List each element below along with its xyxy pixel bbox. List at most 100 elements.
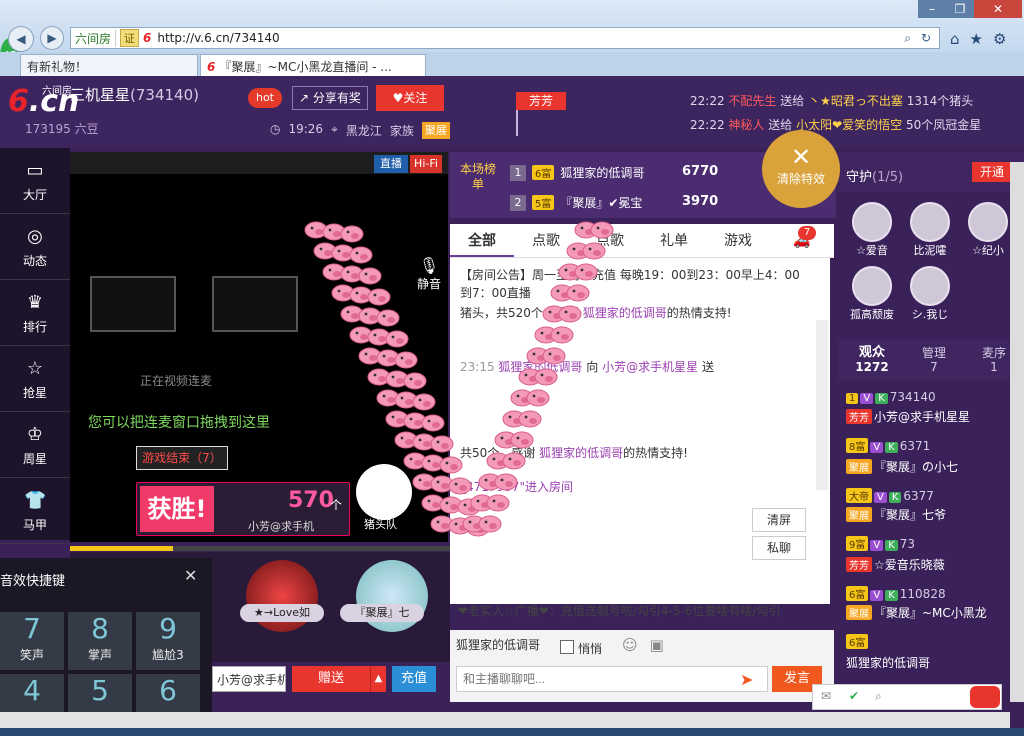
recharge-button[interactable]: 充值 [392,666,436,692]
nav-hall[interactable]: ▭ 大厅 [0,148,70,214]
search-icon[interactable]: ⌕ [904,31,911,46]
chat-target[interactable]: 狐狸家的低调哥 [456,636,540,653]
chat-tabs: 全部 点歌 点歌 礼单 游戏 🚗 [450,224,834,258]
live-badge: 直播 [374,155,408,173]
mute-button[interactable]: 🎙 静音 [416,256,442,292]
settings-icon[interactable]: ⚙ [993,30,1006,48]
sfx-key[interactable]: 7 笑声 [0,612,64,670]
give-button[interactable]: 赠送 [292,666,370,692]
recipient-input[interactable]: 小芳@求手机 [212,666,286,692]
image-icon[interactable]: ▣ [650,636,664,654]
avatar[interactable] [968,202,1008,242]
gift-ticker-item: 22:22 神秘人 送给 小太阳❤爱笑的悟空 50个凤冠金星 [690,118,982,132]
chat-scrollbar[interactable] [816,320,828,490]
ranking-value: 3970 [682,194,719,209]
tab-song[interactable]: 点歌 [514,224,578,257]
audience-row[interactable]: 聚展 『聚展』七爷 [846,506,946,523]
home-icon[interactable]: ⌂ [950,30,960,48]
sfx-key[interactable]: 9 尴尬3 [136,612,200,670]
nav-vest[interactable]: 👕 马甲 [0,478,70,544]
minimize-button[interactable]: – [918,0,946,18]
fan-flag[interactable]: 芳芳 [516,92,566,110]
page-scrollbar[interactable] [1010,162,1024,702]
site-icon: 6 [143,31,152,45]
audience-row[interactable]: 6富 [846,634,870,649]
broadcast-line: ❤老实人☆广播❤：充值送靓号啦/勾引4-5-6位要啥有啥/勾引 [458,604,781,618]
share-button[interactable]: ↗ 分享有奖 [292,86,368,110]
refresh-icon[interactable]: ↻ [921,31,931,46]
avatar[interactable] [910,266,950,306]
audience-row[interactable]: 9富 V K 73 [846,536,915,551]
live-time: 19:26 [288,122,324,136]
back-button[interactable]: ◀ [8,26,34,52]
avatar[interactable] [852,266,892,306]
horizontal-scrollbar[interactable] [0,712,1010,728]
site-logo[interactable]: 6.cn 六间房 [8,84,79,119]
favorites-icon[interactable]: ★ [970,30,983,48]
score-unit: 个 [330,498,343,512]
ranking-row[interactable]: 2 5富 『聚展』✔冕宝 [510,194,642,211]
zoom-icon[interactable]: ⌕ [875,689,882,704]
follow-button[interactable]: ♥关注 [376,85,444,111]
mail-icon[interactable]: ✉ [821,689,831,703]
ranking-row[interactable]: 1 6富 狐狸家的低调哥 [510,164,644,181]
url-text[interactable]: http://v.6.cn/734140 [157,31,279,45]
audience-row[interactable]: 芳芳 ☆爱音乐晓薇 [846,556,945,573]
tab-all[interactable]: 全部 [450,224,514,257]
address-bar[interactable]: 六间房 证 6 http://v.6.cn/734140 ⌕ ↻ [70,27,940,49]
tab-gifts[interactable]: 礼单 [642,224,706,257]
shirt-icon: 👕 [24,490,47,511]
chat-bubble-icon[interactable] [970,686,1000,708]
winner-name: 小芳@求手机 [248,520,314,533]
nav-rank[interactable]: ♛ 排行 [0,280,70,346]
tv-icon: ▭ [26,160,44,181]
star-icon: ☆ [26,358,44,379]
avatar[interactable] [852,202,892,242]
audience-row[interactable]: 芳芳 小芳@求手机星星 [846,408,970,425]
tab-live-room[interactable]: 6 『聚展』~MC小黑龙直播间 - ... [200,54,426,76]
audience-row[interactable]: 1 V K 734140 [846,390,936,404]
guard-name: 比泥嚯 [913,244,947,257]
private-chat-button[interactable]: 私聊 [752,536,806,560]
guard-name: ☆纪小 [972,244,1004,257]
avatar[interactable] [910,202,950,242]
give-dropdown[interactable]: ▲ [370,666,386,692]
pig-team-icon [356,464,412,520]
clear-screen-button[interactable]: 清屏 [752,508,806,532]
chat-input[interactable] [456,666,768,692]
send-arrow-icon[interactable]: ➤ [740,670,753,689]
nav-weekstar[interactable]: ♔ 周星 [0,412,70,478]
emoji-icon[interactable]: ☺ [622,636,638,654]
nav-star[interactable]: ☆ 抢星 [0,346,70,412]
cert-badge[interactable]: 证 [120,29,140,47]
game-progress-fill [70,546,173,551]
nav-feed[interactable]: ◎ 动态 [0,214,70,280]
tab-song-list[interactable]: 点歌 [578,224,642,257]
tab-new-gift[interactable]: 有新礼物！ [20,54,198,76]
tab-games[interactable]: 游戏 [706,224,770,257]
audience-row[interactable]: 大帝 V K 6377 [846,488,934,503]
tab-admin[interactable]: 管理 7 [904,346,964,374]
clear-effects-button[interactable]: ✕ 清除特效 [762,130,840,208]
sfx-key[interactable]: 8 掌声 [68,612,132,670]
tab-label: 有新礼物！ [27,60,88,74]
forward-button[interactable]: ▶ [40,26,64,50]
clock-icon: ◷ [270,122,281,136]
tab-audience[interactable]: 观众 1272 [842,346,902,375]
audience-row[interactable]: 6富 V K 110828 [846,586,946,601]
whisper-checkbox[interactable] [560,640,574,654]
guard-open-button[interactable]: 开通 [972,162,1012,182]
hifi-toggle[interactable]: Hi-Fi [410,155,442,173]
audience-row[interactable]: 8富 V K 6371 [846,438,930,453]
audience-row[interactable]: 聚展 『聚展』の小七 [846,458,958,475]
beans-count: 173195 六豆 [25,122,99,136]
audience-row[interactable]: 狐狸家的低调哥 [846,654,930,671]
family-badge[interactable]: 聚展 [421,122,450,139]
hot-badge: hot [248,88,282,108]
close-icon[interactable]: ✕ [184,566,197,585]
close-window-button[interactable]: ✕ [974,0,1022,18]
ranking-title[interactable]: 本场榜单 [458,162,498,192]
audience-row[interactable]: 聚展 『聚展』~MC小黑龙 [846,604,987,621]
check-icon[interactable]: ✔ [849,689,859,703]
maximize-button[interactable]: ❐ [946,0,974,18]
